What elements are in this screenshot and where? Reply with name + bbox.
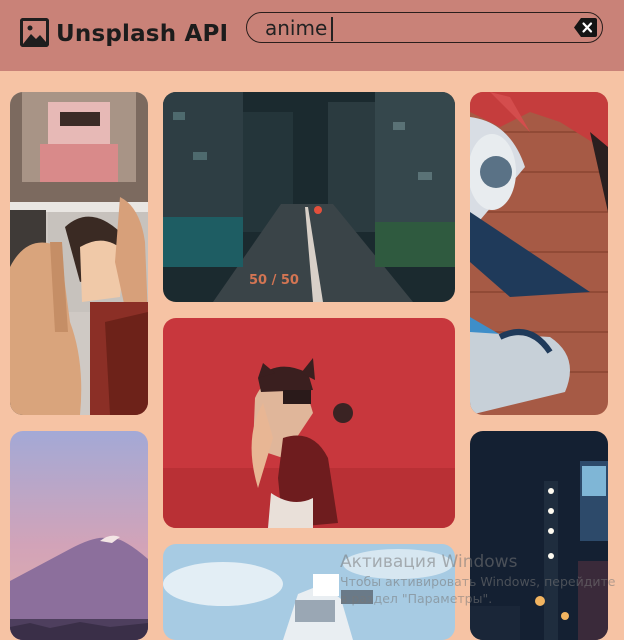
search-box (246, 12, 603, 43)
photo-card-night-signs[interactable] (470, 431, 608, 640)
windows-activation-watermark: Активация Windows Чтобы активировать Win… (340, 551, 615, 607)
close-icon[interactable] (573, 17, 598, 38)
image-icon (20, 18, 49, 47)
photo-card-anime-mural[interactable] (470, 92, 608, 415)
svg-text:50 / 50: 50 / 50 (249, 273, 299, 288)
photo-card-mount-fuji[interactable] (10, 431, 148, 640)
watermark-title: Активация Windows (340, 552, 518, 572)
photo-card-red-anime-figure[interactable] (163, 318, 455, 528)
app-header: Unsplash API (0, 0, 624, 71)
watermark-line-2: в раздел "Параметры". (340, 591, 493, 606)
photo-card-anime-figure[interactable] (10, 92, 148, 415)
watermark-line-1: Чтобы активировать Windows, перейдите (340, 574, 616, 589)
photo-card-night-street[interactable]: 50 / 50 (163, 92, 455, 302)
search-input[interactable] (265, 14, 565, 41)
app-title: Unsplash API (56, 21, 229, 47)
text-caret (331, 17, 333, 41)
